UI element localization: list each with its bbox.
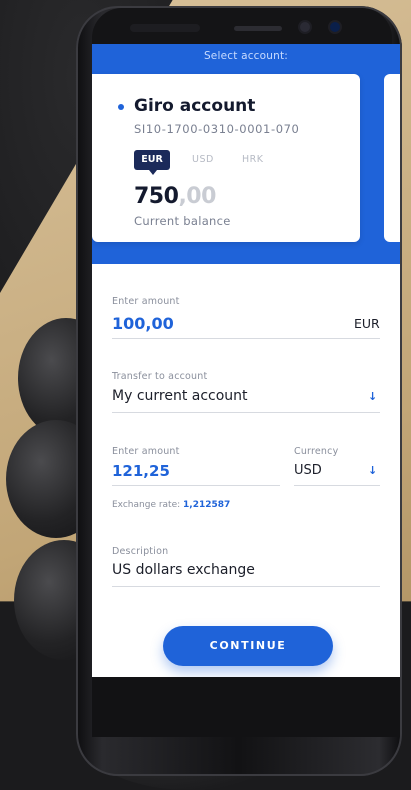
account-iban: SI10-1700-0310-0001-070 [134,122,300,136]
balance-whole: 750 [134,184,179,209]
arrow-down-icon[interactable]: ↓ [368,390,377,403]
amount-input[interactable]: 100,00 [112,314,174,333]
converted-amount-input[interactable]: 121,25 [112,462,170,480]
balance-label: Current balance [134,214,231,228]
description-label: Description [112,546,169,557]
next-account-card[interactable] [384,74,400,242]
currency-underline [294,485,380,486]
currency-tab-hrk[interactable]: HRK [242,150,263,170]
exchange-rate-value: 1,212587 [183,500,231,510]
front-camera-icon [330,22,340,32]
currency-select[interactable]: USD [294,463,322,478]
converted-amount-label: Enter amount [112,446,180,457]
exchange-rate-label: Exchange rate: [112,500,181,510]
header-title: Select account: [203,50,289,62]
converted-underline [112,485,280,486]
transfer-underline [112,412,380,413]
continue-button[interactable]: CONTINUE [163,626,333,666]
amount-underline [112,338,380,339]
amount-currency: EUR [354,316,380,331]
balance-amount: 750,00 [134,184,216,209]
currency-label: Currency [294,446,339,457]
transfer-label: Transfer to account [112,371,208,382]
account-name: Giro account [134,96,256,116]
description-underline [112,586,380,587]
balance-decimal: ,00 [178,184,216,209]
phone-bottom-bezel [92,677,400,737]
exchange-rate: Exchange rate: 1,212587 [112,500,230,510]
amount-label: Enter amount [112,296,180,307]
sensor-strip [130,24,200,32]
transfer-select[interactable]: My current account [112,388,248,404]
arrow-down-icon[interactable]: ↓ [368,464,377,477]
dot-icon [118,104,124,110]
app-screen: Select account: Giro account SI10-1700-0… [92,44,400,677]
description-input[interactable]: US dollars exchange [112,562,255,578]
currency-tab-eur[interactable]: EUR [134,150,170,175]
camera-icon [300,22,310,32]
currency-tab-usd[interactable]: USD [192,150,214,170]
speaker-icon [234,26,282,31]
